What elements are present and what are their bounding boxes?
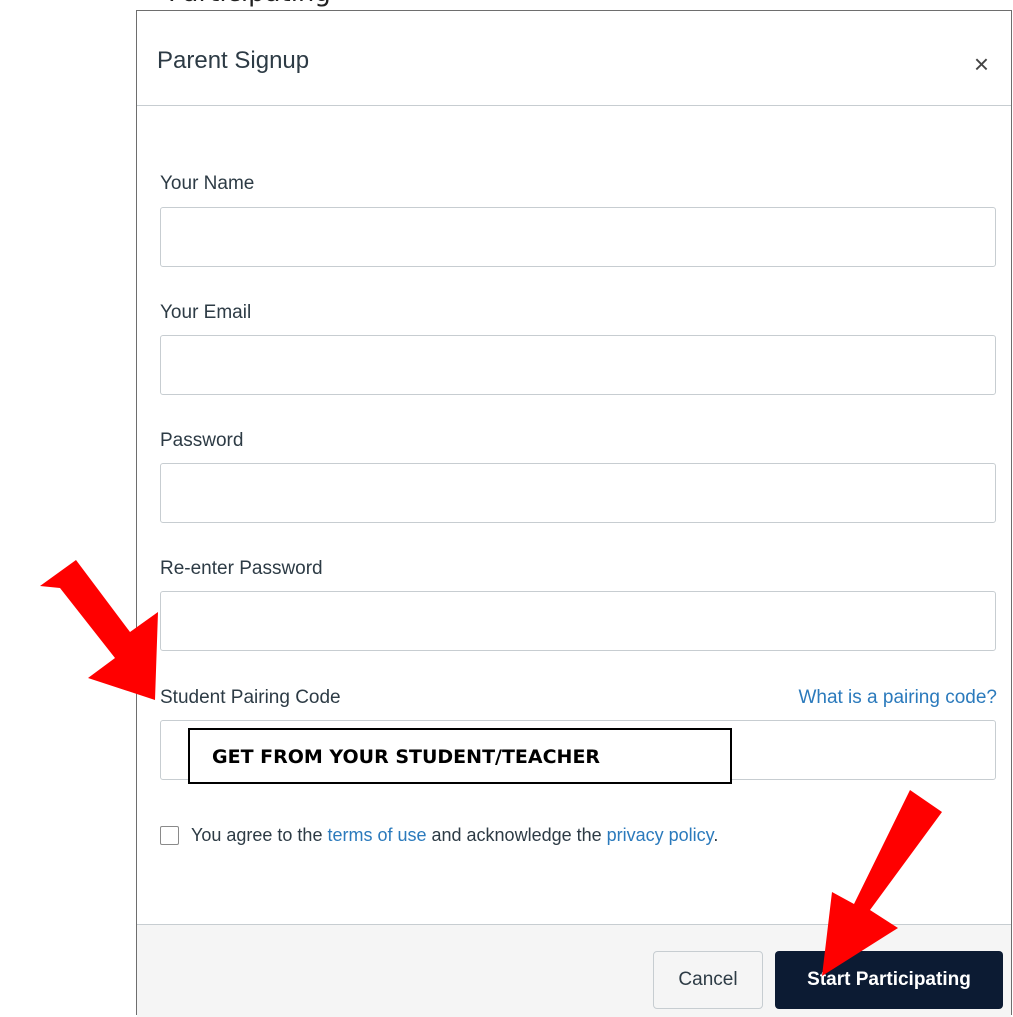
pairing-code-help-link[interactable]: What is a pairing code? bbox=[798, 687, 997, 709]
dialog-title: Parent Signup bbox=[157, 47, 310, 74]
terms-checkbox[interactable] bbox=[160, 826, 179, 845]
agreement-suffix: . bbox=[713, 825, 719, 845]
privacy-policy-link[interactable]: privacy policy bbox=[607, 825, 714, 845]
start-participating-button[interactable]: Start Participating bbox=[775, 951, 1003, 1009]
dialog-header: Parent Signup × bbox=[137, 11, 1011, 106]
terms-of-use-link[interactable]: terms of use bbox=[327, 825, 426, 845]
parent-signup-dialog: Parent Signup × Your Name Your Email Pas… bbox=[136, 10, 1012, 1017]
name-label: Your Name bbox=[160, 173, 255, 194]
email-input[interactable] bbox=[160, 335, 996, 395]
annotation-callout: GET FROM YOUR STUDENT/TEACHER bbox=[188, 728, 732, 784]
dialog-footer: Cancel Start Participating bbox=[137, 924, 1011, 1017]
password-input[interactable] bbox=[160, 463, 996, 523]
password-label: Password bbox=[160, 430, 244, 451]
email-label: Your Email bbox=[160, 302, 252, 323]
pairing-code-label: Student Pairing Code bbox=[160, 687, 341, 708]
password-confirm-input[interactable] bbox=[160, 591, 996, 651]
agreement-row: You agree to the terms of use and acknow… bbox=[160, 825, 718, 846]
agreement-prefix: You agree to the bbox=[191, 825, 328, 845]
cut-off-heading-text: Participating bbox=[168, 0, 331, 8]
name-input[interactable] bbox=[160, 207, 996, 267]
agreement-middle: and acknowledge the bbox=[426, 825, 607, 845]
close-icon[interactable]: × bbox=[974, 51, 989, 77]
password-confirm-label: Re-enter Password bbox=[160, 558, 323, 579]
cancel-button[interactable]: Cancel bbox=[653, 951, 763, 1009]
agreement-text: You agree to the terms of use and acknow… bbox=[191, 825, 718, 846]
